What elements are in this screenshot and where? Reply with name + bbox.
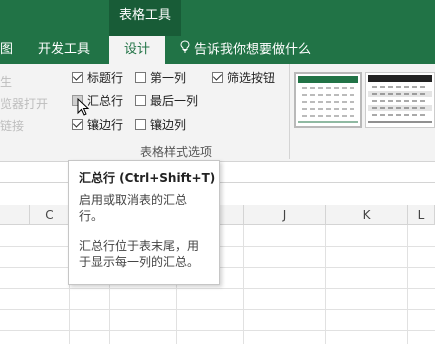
group-label-table-style-options: 表格样式选项 [140, 145, 213, 159]
tab-view-partial[interactable]: 图 [0, 36, 14, 64]
checkbox-banded-columns[interactable] [135, 119, 146, 130]
tell-me-label: 告诉我你想要做什么 [194, 42, 312, 58]
tooltip-total-row: 汇总行 (Ctrl+Shift+T) 启用或取消表的汇总行。 汇总行位于表末尾，… [68, 160, 220, 285]
tell-me-search[interactable]: 告诉我你想要做什么 [180, 36, 311, 64]
option-label: 第一列 [150, 71, 187, 85]
checkbox-first-column[interactable] [135, 72, 146, 83]
option-last-column[interactable]: 最后一列 [135, 92, 198, 110]
option-header-row[interactable]: 标题行 [72, 69, 123, 87]
checkbox-last-column[interactable] [135, 95, 146, 106]
ribbon-tab-row: 图 开发工具 设计 告诉我你想要做什么 [0, 36, 435, 64]
row-gridline [0, 309, 435, 310]
row-gridline [0, 330, 435, 331]
context-tab-table-tools: 表格工具 [109, 0, 181, 36]
ribbon-divider [289, 64, 290, 159]
title-bar: 表格工具 [0, 0, 435, 36]
column-header-l[interactable]: L [408, 205, 435, 225]
option-first-column[interactable]: 第一列 [135, 69, 186, 87]
option-label: 镶边行 [87, 118, 124, 132]
column-gridline [243, 225, 244, 344]
checkbox-header-row[interactable] [72, 72, 83, 83]
option-label: 最后一列 [150, 94, 199, 108]
faded-ribbon-item: 链接 [0, 119, 25, 133]
tooltip-description: 启用或取消表的汇总行。 [79, 193, 188, 223]
column-header-partial[interactable] [0, 205, 30, 225]
tab-design[interactable]: 设计 [109, 36, 165, 64]
option-banded-columns[interactable]: 镶边列 [135, 116, 186, 134]
checkbox-banded-rows[interactable] [72, 119, 83, 130]
checkbox-filter-button[interactable] [212, 72, 223, 83]
column-header-k[interactable]: K [326, 205, 408, 225]
option-label: 镶边列 [150, 118, 187, 132]
mouse-pointer-icon [77, 97, 91, 118]
option-label: 汇总行 [87, 94, 124, 108]
tooltip-title: 汇总行 (Ctrl+Shift+T) [79, 171, 216, 185]
column-gridline [407, 225, 408, 344]
row-gridline [0, 288, 435, 289]
ribbon-panel: 生 览器打开 链接 标题行 汇总行 镶边行 第一列 最后一列 镶边列 筛选按钮 … [0, 64, 435, 162]
column-gridline [325, 225, 326, 344]
faded-ribbon-item: 生 [0, 75, 13, 89]
table-style-green[interactable] [294, 72, 362, 128]
table-style-black[interactable] [365, 72, 435, 128]
tab-developer[interactable]: 开发工具 [38, 36, 94, 64]
column-header-c[interactable]: C [30, 205, 70, 225]
faded-ribbon-item: 览器打开 [0, 97, 49, 111]
lightbulb-icon [180, 36, 190, 64]
column-header-j[interactable]: J [244, 205, 326, 225]
option-label: 筛选按钮 [227, 71, 276, 85]
option-filter-button[interactable]: 筛选按钮 [212, 69, 275, 87]
option-label: 标题行 [87, 71, 124, 85]
option-banded-rows[interactable]: 镶边行 [72, 116, 123, 134]
tooltip-detail: 汇总行位于表末尾，用于显示每一列的汇总。 [79, 239, 200, 269]
